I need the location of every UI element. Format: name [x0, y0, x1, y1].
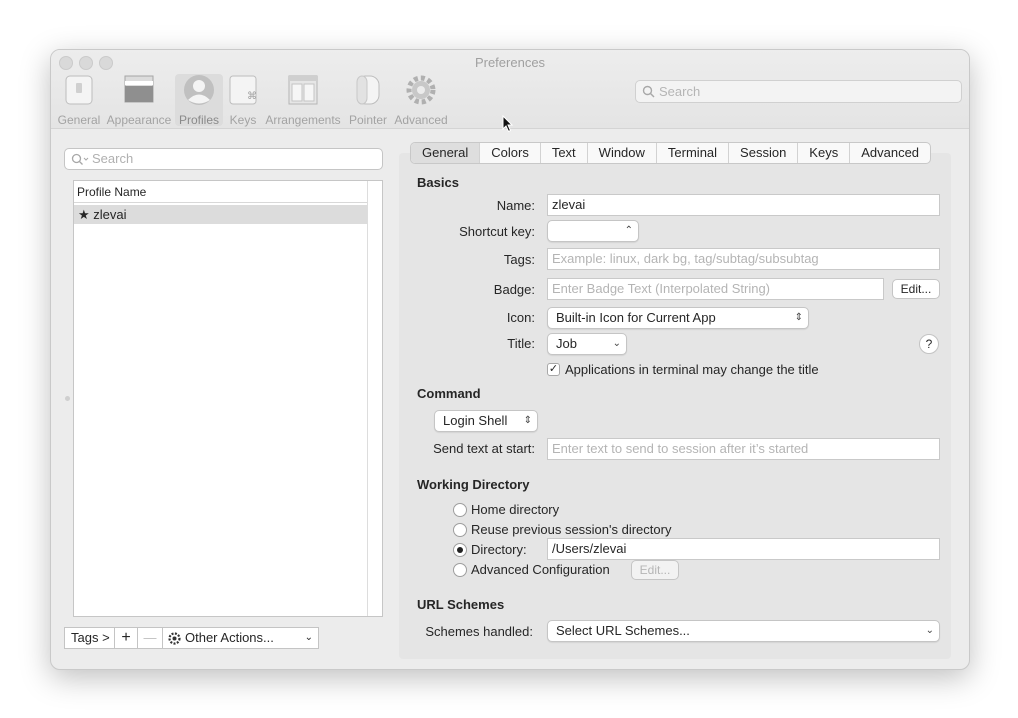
- toolbar-arrangements[interactable]: Arrangements: [264, 74, 342, 127]
- profile-tabs: General Colors Text Window Terminal Sess…: [410, 142, 932, 164]
- split-handle[interactable]: [65, 396, 70, 401]
- shortcut-key-label: Shortcut key:: [459, 224, 535, 239]
- search-icon: [71, 153, 89, 165]
- profile-search-input[interactable]: Search: [64, 148, 383, 170]
- add-profile-button[interactable]: +: [114, 627, 138, 649]
- basics-heading: Basics: [417, 175, 459, 190]
- tab-text[interactable]: Text: [541, 143, 588, 163]
- window-title: Preferences: [474, 55, 546, 70]
- tab-keys[interactable]: Keys: [798, 143, 851, 163]
- shortcut-key-selector[interactable]: ⌃: [547, 220, 639, 242]
- tab-terminal[interactable]: Terminal: [657, 143, 730, 163]
- home-directory-radio[interactable]: [453, 503, 467, 517]
- apps-change-title-checkbox[interactable]: ✓: [547, 363, 560, 376]
- name-label: Name:: [496, 198, 535, 213]
- reuse-directory-radio[interactable]: [453, 523, 467, 537]
- reuse-directory-label: Reuse previous session's directory: [471, 522, 672, 537]
- profile-name: zlevai: [93, 207, 127, 222]
- switch-icon: [65, 75, 93, 105]
- tags-label: Tags:: [503, 252, 535, 267]
- directory-field[interactable]: /Users/zlevai: [547, 538, 940, 560]
- advanced-configuration-label: Advanced Configuration: [471, 562, 610, 577]
- send-text-field[interactable]: Enter text to send to session after it’s…: [547, 438, 940, 460]
- gear-icon: [406, 75, 436, 105]
- directory-label: Directory:: [471, 542, 527, 557]
- command-type-selector[interactable]: Login Shell ⇕: [434, 410, 538, 432]
- home-directory-label: Home directory: [471, 502, 560, 517]
- apps-change-title-label: Applications in terminal may change the …: [565, 362, 819, 377]
- tab-colors[interactable]: Colors: [480, 143, 541, 163]
- tab-general[interactable]: General: [411, 143, 481, 163]
- toolbar-profiles[interactable]: Profiles: [175, 74, 223, 127]
- badge-edit-button[interactable]: Edit...: [892, 279, 940, 299]
- column-divider: [367, 181, 368, 616]
- badge-field[interactable]: Enter Badge Text (Interpolated String): [547, 278, 884, 300]
- user-profile-icon: [184, 75, 214, 105]
- remove-profile-button[interactable]: —: [137, 627, 163, 649]
- default-profile-star-icon: ★: [78, 207, 90, 222]
- advanced-configuration-edit-button[interactable]: Edit...: [631, 560, 679, 580]
- toolbar-pointer[interactable]: Pointer: [345, 74, 391, 127]
- profile-list: Profile Name ★ zlevai: [73, 180, 383, 617]
- url-schemes-selector[interactable]: Select URL Schemes... ⌄: [547, 620, 940, 642]
- other-actions-dropdown[interactable]: Other Actions... ⌄: [162, 627, 319, 649]
- title-selector[interactable]: Job ⌄: [547, 333, 627, 355]
- tags-field[interactable]: Example: linux, dark bg, tag/subtag/subs…: [547, 248, 940, 270]
- chevron-down-icon: ⌄: [304, 632, 313, 643]
- mouse-cursor-icon: [502, 115, 514, 133]
- advanced-configuration-radio[interactable]: [453, 563, 467, 577]
- name-field[interactable]: zlevai: [547, 194, 940, 216]
- preferences-window: Preferences General Appearance Profiles …: [50, 49, 970, 670]
- icon-selector[interactable]: Built-in Icon for Current App ⇕: [547, 307, 809, 329]
- preferences-search-input[interactable]: Search: [635, 80, 962, 103]
- title-label: Title:: [507, 336, 535, 351]
- chevron-down-icon: ⌄: [612, 338, 621, 349]
- tab-advanced[interactable]: Advanced: [850, 143, 930, 163]
- chevron-down-icon: ⌄: [925, 625, 934, 636]
- svg-text:⌘: ⌘: [247, 91, 257, 102]
- command-key-icon: ⌘: [229, 75, 257, 105]
- toolbar-keys[interactable]: ⌘ Keys: [226, 74, 260, 127]
- toolbar-general[interactable]: General: [56, 74, 102, 127]
- tab-session[interactable]: Session: [729, 143, 799, 163]
- mouse-icon: [356, 75, 380, 105]
- schemes-handled-label: Schemes handled:: [425, 624, 533, 639]
- command-heading: Command: [417, 386, 481, 401]
- toolbar-appearance[interactable]: Appearance: [106, 74, 172, 127]
- icon-label: Icon:: [506, 310, 535, 325]
- stepper-arrows-icon: ⇕: [523, 415, 532, 426]
- search-icon: [642, 85, 655, 98]
- gear-icon: [168, 632, 181, 645]
- send-text-label: Send text at start:: [433, 441, 535, 456]
- badge-label: Badge:: [493, 282, 535, 297]
- profile-name-column-header[interactable]: Profile Name: [74, 181, 367, 203]
- stepper-arrows-icon: ⇕: [794, 312, 803, 323]
- profile-row[interactable]: ★ zlevai: [74, 205, 367, 224]
- url-schemes-heading: URL Schemes: [417, 597, 505, 612]
- working-directory-heading: Working Directory: [417, 477, 530, 492]
- window-arrangement-icon: [288, 75, 318, 105]
- toolbar-advanced[interactable]: Advanced: [393, 74, 449, 127]
- stepper-arrows-icon: ⌃: [624, 225, 633, 236]
- tab-window[interactable]: Window: [588, 143, 657, 163]
- tags-button[interactable]: Tags >: [64, 627, 115, 649]
- help-button[interactable]: ?: [919, 334, 939, 354]
- directory-radio[interactable]: [453, 543, 467, 557]
- window-layout-icon: [124, 75, 154, 103]
